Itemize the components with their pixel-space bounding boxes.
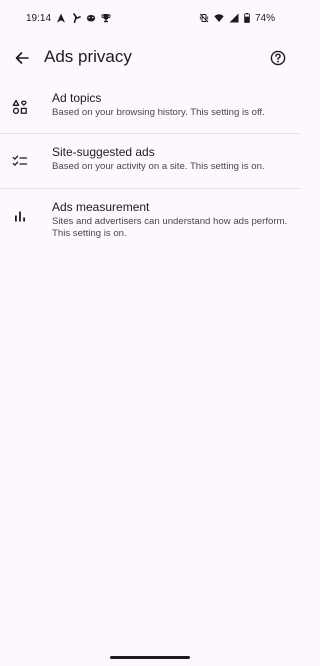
wifi-icon [214, 13, 224, 23]
item-subtitle: Sites and advertisers can understand how… [52, 216, 288, 239]
checklist-icon [11, 152, 29, 170]
battery-icon [244, 13, 250, 23]
item-title: Ad topics [52, 91, 102, 105]
gesture-bar[interactable] [110, 656, 190, 659]
help-icon [270, 50, 286, 66]
status-bar: 19:14 74% [0, 0, 300, 36]
item-title: Ads measurement [52, 200, 150, 214]
navigation-icon [56, 13, 66, 23]
ads-measurement-item[interactable]: Ads measurement Sites and advertisers ca… [0, 189, 300, 259]
ad-topics-text: Ad topics Based on your browsing history… [52, 91, 292, 119]
site-suggested-ads-text: Site-suggested ads Based on your activit… [52, 145, 292, 173]
item-title: Site-suggested ads [52, 145, 155, 159]
page-title: Ads privacy [44, 47, 132, 66]
battery-percent: 74% [254, 12, 275, 24]
signal-icon [229, 13, 239, 23]
app-bar: Ads privacy [0, 36, 300, 80]
settings-list: Ad topics Based on your browsing history… [0, 80, 300, 259]
fan-icon [71, 13, 81, 23]
help-button[interactable] [264, 44, 292, 72]
site-suggested-ads-item[interactable]: Site-suggested ads Based on your activit… [0, 134, 300, 189]
screen: 19:14 74% Ads privacy Ad topics Based on… [0, 0, 300, 666]
ads-measurement-text: Ads measurement Sites and advertisers ca… [52, 200, 292, 240]
status-bar-right: 74% [199, 13, 275, 24]
status-time: 19:14 [26, 12, 52, 24]
back-button[interactable] [8, 44, 36, 72]
mute-vibrate-icon [199, 13, 209, 23]
arrow-back-icon [14, 50, 30, 66]
item-subtitle: Based on your activity on a site. This s… [52, 161, 265, 172]
status-bar-left: 19:14 [26, 13, 111, 24]
trophy-icon [101, 13, 111, 23]
shapes-icon [11, 98, 29, 116]
game-controller-icon [86, 13, 96, 23]
bar-chart-icon [11, 207, 29, 225]
ad-topics-item[interactable]: Ad topics Based on your browsing history… [0, 80, 300, 134]
item-subtitle: Based on your browsing history. This set… [52, 107, 265, 118]
